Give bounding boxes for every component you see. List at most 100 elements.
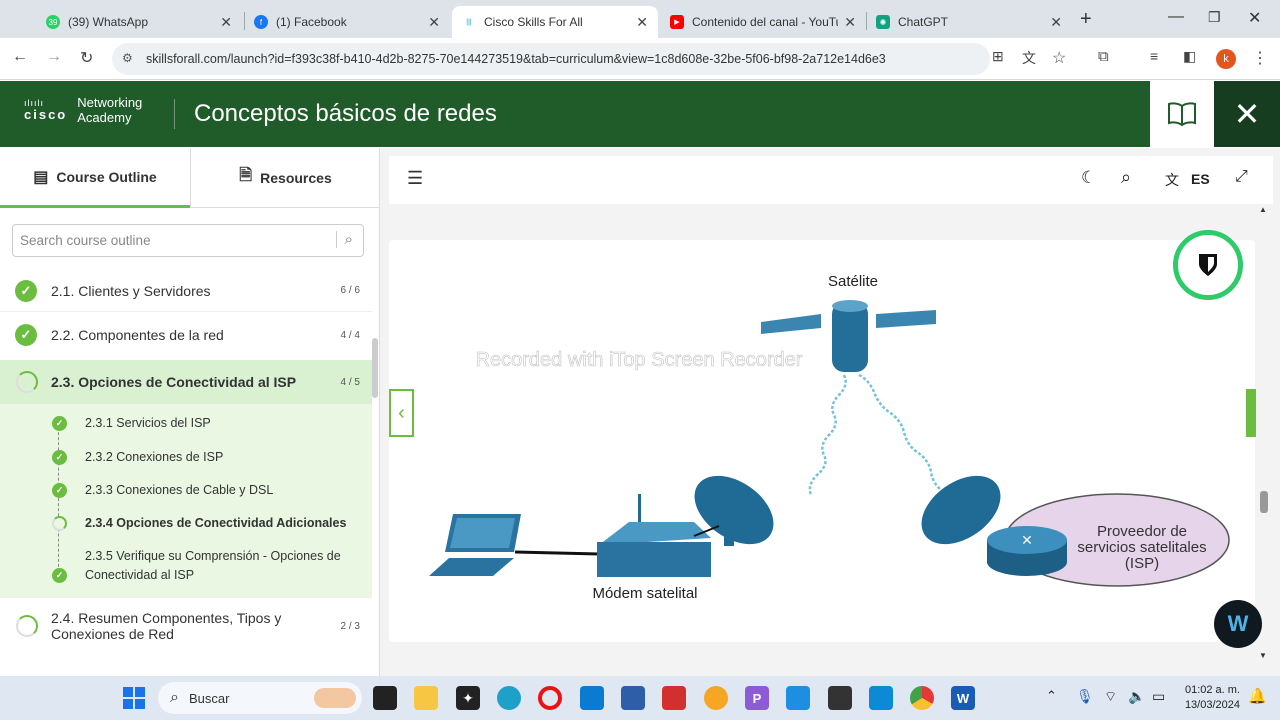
translate-icon[interactable]: 文: [1165, 170, 1179, 190]
p-app-icon[interactable]: P: [745, 686, 769, 710]
completed-check-icon: ✓: [52, 449, 67, 465]
cisco-icon: |||: [462, 15, 476, 29]
tab-chatgpt[interactable]: ✺ ChatGPT ✕: [866, 6, 1072, 38]
edge-icon[interactable]: [497, 686, 521, 710]
tab-youtube[interactable]: ▶ Contenido del canal - YouTu ✕: [660, 6, 866, 38]
close-tab-icon[interactable]: ✕: [1050, 14, 1062, 31]
minimize-icon[interactable]: —: [1168, 8, 1184, 26]
clock-time: 01:02 a. m.: [1184, 684, 1240, 696]
close-tab-icon[interactable]: ✕: [844, 14, 856, 31]
chrome-icon[interactable]: [910, 686, 934, 710]
module-label: 2.3. Opciones de Conectividad al ISP: [51, 374, 297, 390]
screen-recorder-widget[interactable]: W: [1214, 600, 1262, 648]
submodule-label: 2.3.1 Servicios del ISP: [85, 416, 211, 430]
bookmark-star-icon[interactable]: ☆: [1052, 48, 1066, 68]
module-item-2-3[interactable]: 2.3. Opciones de Conectividad al ISP 4 /…: [0, 360, 372, 404]
submodule-item-2-3-5[interactable]: ✓ 2.3.5 Verifique su Comprensión - Opcio…: [0, 546, 372, 586]
task-view-icon[interactable]: [373, 686, 397, 710]
course-header: ılıılı cisco Networking Academy Concepto…: [0, 81, 1280, 147]
dropbox-icon[interactable]: ✦: [456, 686, 480, 710]
search-icon[interactable]: ⌕: [1121, 167, 1131, 188]
app-icon[interactable]: [704, 686, 728, 710]
tab-resources[interactable]: 🗎 Resources: [190, 148, 380, 208]
submodule-item-2-3-2[interactable]: ✓ 2.3.2 Conexiones de ISP: [0, 446, 372, 468]
shield-icon: [1199, 254, 1217, 276]
scroll-thumb[interactable]: [1260, 491, 1268, 513]
bitwarden-extension-button[interactable]: [1173, 230, 1243, 300]
sidebar-scrollbar[interactable]: [372, 338, 378, 398]
chevron-up-icon[interactable]: ⌃: [1046, 688, 1057, 704]
tab-label: Course Outline: [56, 168, 157, 185]
previous-page-button[interactable]: ‹: [389, 389, 414, 437]
clock[interactable]: 01:02 a. m. 13/03/2024: [1176, 683, 1240, 713]
battery-icon[interactable]: ▭: [1152, 688, 1165, 705]
scroll-down-icon[interactable]: ▼: [1259, 651, 1267, 660]
search-course-outline-input[interactable]: Search course outline ⌕: [12, 224, 364, 257]
restore-icon[interactable]: ❐: [1208, 9, 1221, 26]
wifi-icon[interactable]: ⌔: [1104, 688, 1117, 706]
tab-facebook[interactable]: f (1) Facebook ✕: [244, 6, 450, 38]
close-tab-icon[interactable]: ✕: [428, 14, 440, 31]
tab-cisco-skills[interactable]: ||| Cisco Skills For All ✕: [452, 6, 658, 38]
scroll-up-icon[interactable]: ▲: [1259, 205, 1267, 214]
volume-icon[interactable]: 🔈: [1128, 688, 1145, 705]
close-tab-icon[interactable]: ✕: [220, 14, 232, 31]
tab-course-outline[interactable]: ▤ Course Outline: [0, 148, 190, 208]
collapse-menu-icon[interactable]: ☰: [407, 168, 423, 189]
translate-icon[interactable]: 文: [1022, 48, 1036, 68]
logo-brand: cisco: [24, 107, 68, 122]
module-progress-count: 6 / 6: [340, 285, 360, 296]
forward-icon[interactable]: →: [46, 48, 62, 66]
tab-whatsapp[interactable]: 39 (39) WhatsApp ✕: [36, 6, 242, 38]
start-windows-icon[interactable]: [123, 687, 145, 709]
search-icon[interactable]: ⌕: [335, 231, 353, 248]
window-close-icon[interactable]: ✕: [1248, 8, 1261, 28]
submodule-item-2-3-4[interactable]: 2.3.4 Opciones de Conectividad Adicional…: [0, 512, 372, 534]
terminal-icon[interactable]: [828, 686, 852, 710]
module-item-2-2[interactable]: ✓ 2.2. Componentes de la red 4 / 4: [0, 314, 372, 356]
word-icon[interactable]: W: [951, 686, 975, 710]
taskbar-search-box[interactable]: ⌕ Buscar: [158, 682, 362, 714]
submodule-item-2-3-3[interactable]: ✓ 2.3.3 Conexiones de Cable y DSL: [0, 479, 372, 501]
notepad-icon[interactable]: [869, 686, 893, 710]
close-course-button[interactable]: ✕: [1214, 81, 1280, 147]
diagram-card: ✕ Proveedor de servicios satelitales (IS…: [389, 240, 1255, 642]
satellite-label: Satélite: [828, 273, 878, 290]
submodule-label: 2.3.2 Conexiones de ISP: [85, 450, 224, 464]
recorder-app-icon[interactable]: [662, 686, 686, 710]
site-settings-icon[interactable]: ⚙: [122, 51, 133, 65]
notification-bell-icon[interactable]: 🔔: [1248, 687, 1267, 705]
side-panel-icon[interactable]: ◧: [1183, 48, 1196, 65]
store-icon[interactable]: [621, 686, 645, 710]
new-tab-button[interactable]: +: [1080, 8, 1092, 31]
module-item-2-1[interactable]: ✓ 2.1. Clientes y Servidores 6 / 6: [0, 270, 372, 312]
file-explorer-icon[interactable]: [414, 686, 438, 710]
opera-icon[interactable]: [538, 686, 562, 710]
facebook-icon: f: [254, 15, 268, 29]
microphone-icon[interactable]: 🎙: [1076, 688, 1094, 705]
install-app-icon[interactable]: ⊞: [992, 48, 1004, 65]
dark-mode-moon-icon[interactable]: ☾: [1081, 168, 1096, 188]
course-outline-toggle-button[interactable]: [1150, 81, 1214, 147]
myhp-icon[interactable]: [580, 686, 604, 710]
module-progress-count: 4 / 5: [340, 376, 360, 388]
vscode-icon[interactable]: [786, 686, 810, 710]
url-field[interactable]: ⚙ skillsforall.com/launch?id=f393c38f-b4…: [112, 43, 990, 75]
reload-icon[interactable]: ↻: [80, 48, 93, 68]
fullscreen-icon[interactable]: ⤢: [1235, 168, 1248, 186]
menu-kebab-icon[interactable]: ⋮: [1252, 48, 1268, 68]
content-panel: ☰ ☾ ⌕ 文 ES ⤢ ✕ Proveedor de servicios sa…: [380, 148, 1280, 676]
back-icon[interactable]: ←: [12, 48, 28, 66]
isp-label-line2: servicios satelitales: [1077, 539, 1206, 556]
in-progress-icon: [52, 515, 67, 531]
language-selector[interactable]: ES: [1191, 171, 1210, 187]
profile-avatar[interactable]: k: [1216, 49, 1236, 69]
module-item-2-4[interactable]: 2.4. Resumen Componentes, Tipos y Conexi…: [0, 604, 372, 648]
submodule-item-2-3-1[interactable]: ✓ 2.3.1 Servicios del ISP: [0, 412, 372, 434]
close-tab-icon[interactable]: ✕: [636, 14, 648, 31]
extensions-icon[interactable]: ⧉: [1098, 48, 1109, 65]
media-control-icon[interactable]: ≡: [1150, 48, 1158, 64]
cisco-networking-academy-logo[interactable]: ılıılı cisco Networking Academy: [24, 95, 142, 125]
content-scrollbar[interactable]: ▲ ▼: [1256, 205, 1272, 666]
book-icon: [1168, 102, 1196, 127]
